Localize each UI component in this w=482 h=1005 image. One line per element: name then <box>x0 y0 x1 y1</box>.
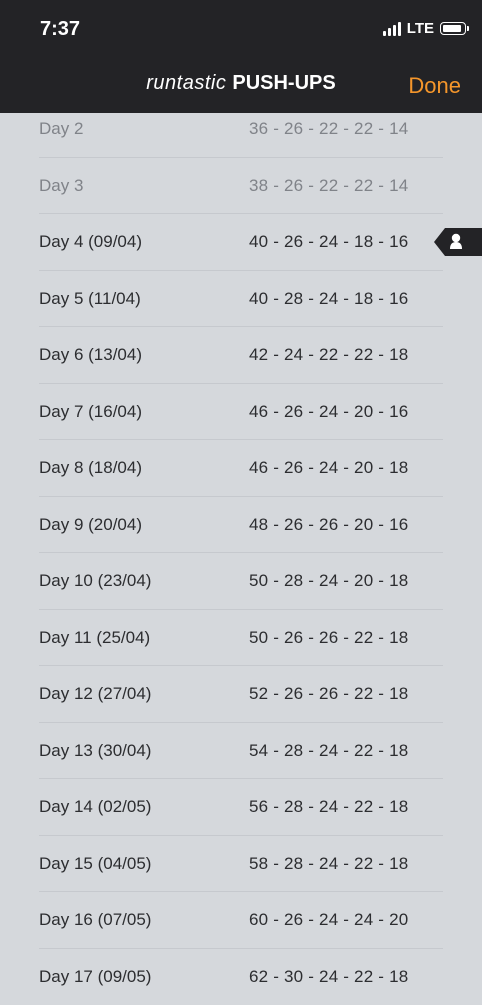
reps-sets: 40 - 28 - 24 - 18 - 16 <box>249 289 408 309</box>
network-type-label: LTE <box>407 20 434 37</box>
done-button[interactable]: Done <box>408 73 461 99</box>
reps-sets: 62 - 30 - 24 - 22 - 18 <box>249 967 408 987</box>
schedule-row[interactable]: Day 8 (18/04) 46 - 26 - 24 - 20 - 18 <box>39 440 443 497</box>
status-time: 7:37 <box>40 18 80 41</box>
schedule-row[interactable]: Day 15 (04/05) 58 - 28 - 24 - 22 - 18 <box>39 836 443 893</box>
signal-strength-icon <box>383 22 401 36</box>
schedule-row[interactable]: Day 10 (23/04) 50 - 28 - 24 - 20 - 18 <box>39 553 443 610</box>
schedule-list: Day 2 36 - 26 - 22 - 22 - 14 Day 3 38 - 26 … <box>0 101 482 1005</box>
app-title: PUSH-UPS <box>232 72 335 94</box>
reps-sets: 36 - 26 - 22 - 22 - 14 <box>249 119 408 139</box>
schedule-row[interactable]: Day 11 (25/04) 50 - 26 - 26 - 22 - 18 <box>39 610 443 667</box>
reps-sets: 52 - 26 - 26 - 22 - 18 <box>249 684 408 704</box>
schedule-row[interactable]: Day 6 (13/04) 42 - 24 - 22 - 22 - 18 <box>39 327 443 384</box>
day-label: Day 13 (30/04) <box>39 741 151 761</box>
schedule-row[interactable]: Day 3 38 - 26 - 22 - 22 - 14 <box>39 158 443 215</box>
reps-sets: 48 - 26 - 26 - 20 - 16 <box>249 515 408 535</box>
day-label: Day 15 (04/05) <box>39 854 151 874</box>
schedule-row[interactable]: Day 17 (09/05) 62 - 30 - 24 - 22 - 18 <box>39 949 443 1005</box>
reps-sets: 50 - 28 - 24 - 20 - 18 <box>249 571 408 591</box>
day-label: Day 7 (16/04) <box>39 402 142 422</box>
day-label: Day 14 (02/05) <box>39 797 151 817</box>
day-label: Day 8 (18/04) <box>39 458 142 478</box>
schedule-row[interactable]: Day 2 36 - 26 - 22 - 22 - 14 <box>39 101 443 158</box>
day-label: Day 11 (25/04) <box>39 628 150 648</box>
status-indicators: LTE <box>383 20 466 37</box>
reps-sets: 56 - 28 - 24 - 22 - 18 <box>249 797 408 817</box>
day-label: Day 16 (07/05) <box>39 910 151 930</box>
schedule-row[interactable]: Day 7 (16/04) 46 - 26 - 24 - 20 - 16 <box>39 384 443 441</box>
reps-sets: 46 - 26 - 24 - 20 - 16 <box>249 402 408 422</box>
day-label: Day 6 (13/04) <box>39 345 142 365</box>
schedule-row[interactable]: Day 9 (20/04) 48 - 26 - 26 - 20 - 16 <box>39 497 443 554</box>
reps-sets: 58 - 28 - 24 - 22 - 18 <box>249 854 408 874</box>
schedule-row[interactable]: Day 16 (07/05) 60 - 26 - 24 - 24 - 20 <box>39 892 443 949</box>
reps-sets: 38 - 26 - 22 - 22 - 14 <box>249 176 408 196</box>
day-label: Day 17 (09/05) <box>39 967 151 987</box>
reps-sets: 42 - 24 - 22 - 22 - 18 <box>249 345 408 365</box>
schedule-row[interactable]: Day 13 (30/04) 54 - 28 - 24 - 22 - 18 <box>39 723 443 780</box>
reps-sets: 54 - 28 - 24 - 22 - 18 <box>249 741 408 761</box>
reps-sets: 46 - 26 - 24 - 20 - 18 <box>249 458 408 478</box>
reps-sets: 40 - 26 - 24 - 18 - 16 <box>249 232 408 252</box>
reps-sets: 50 - 26 - 26 - 22 - 18 <box>249 628 408 648</box>
day-label: Day 10 (23/04) <box>39 571 151 591</box>
battery-icon <box>440 22 466 35</box>
current-day-marker <box>434 228 482 256</box>
day-label: Day 9 (20/04) <box>39 515 142 535</box>
day-label: Day 2 <box>39 119 83 139</box>
schedule-row[interactable]: Day 4 (09/04) 40 - 26 - 24 - 18 - 16 <box>39 214 443 271</box>
day-label: Day 5 (11/04) <box>39 289 141 309</box>
brand-logo: runtastic <box>146 72 226 94</box>
reps-sets: 60 - 26 - 24 - 24 - 20 <box>249 910 408 930</box>
day-label: Day 3 <box>39 176 83 196</box>
top-bar: 7:37 LTE runtastic PUSH-UPS Done <box>0 0 482 113</box>
day-label: Day 4 (09/04) <box>39 232 142 252</box>
schedule-row[interactable]: Day 12 (27/04) 52 - 26 - 26 - 22 - 18 <box>39 666 443 723</box>
schedule-row[interactable]: Day 14 (02/05) 56 - 28 - 24 - 22 - 18 <box>39 779 443 836</box>
day-label: Day 12 (27/04) <box>39 684 151 704</box>
schedule-row[interactable]: Day 5 (11/04) 40 - 28 - 24 - 18 - 16 <box>39 271 443 328</box>
